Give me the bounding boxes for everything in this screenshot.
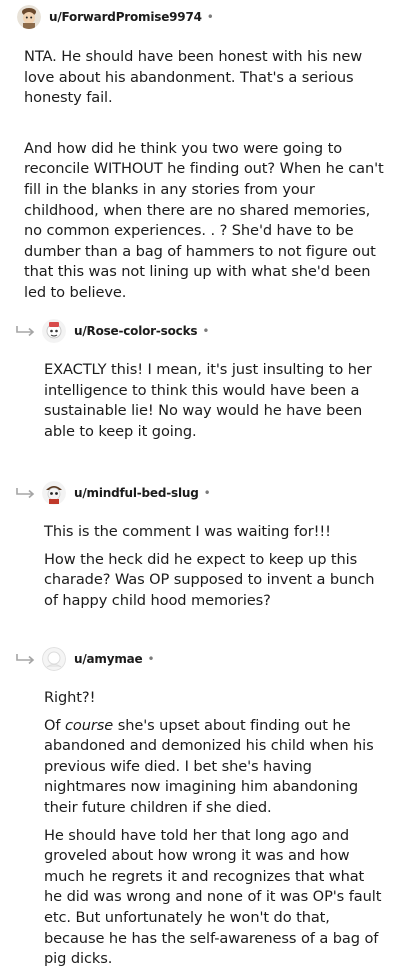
comment-body: NTA. He should have been honest with his… <box>24 47 386 304</box>
comment-1: u/ForwardPromise9974 • NTA. He should ha… <box>0 4 400 311</box>
comment-2: u/Rose-color-socks • EXACTLY this! I mea… <box>0 318 400 449</box>
username[interactable]: u/amymae <box>74 652 143 666</box>
comment-header: u/amymae • <box>0 646 400 672</box>
reply-arrow-icon <box>16 654 35 665</box>
reply-arrow-icon <box>16 326 35 337</box>
separator-dot: • <box>206 10 214 24</box>
comment-paragraph: Right?! <box>44 689 96 706</box>
separator-dot: • <box>147 652 155 666</box>
username[interactable]: u/ForwardPromise9974 <box>49 10 202 24</box>
comment-paragraph: And how did he think you two were going … <box>24 139 384 301</box>
avatar[interactable] <box>42 647 66 671</box>
separator-dot: • <box>202 324 210 338</box>
comment-paragraph: NTA. He should have been honest with his… <box>24 48 363 107</box>
separator-dot: • <box>203 486 211 500</box>
comment-3: u/mindful-bed-slug • This is the comment… <box>0 480 400 618</box>
comment-paragraph: Of course she's upset about finding out … <box>44 716 386 819</box>
avatar-icon <box>42 319 66 343</box>
comment-paragraph: How the heck did he expect to keep up th… <box>44 550 375 609</box>
reply-arrow-icon <box>16 488 35 499</box>
username[interactable]: u/Rose-color-socks <box>74 324 198 338</box>
username[interactable]: u/mindful-bed-slug <box>74 486 199 500</box>
comment-header: u/mindful-bed-slug • <box>0 480 400 506</box>
comment-body: EXACTLY this! I mean, it's just insultin… <box>44 360 386 442</box>
comment-paragraph: EXACTLY this! I mean, it's just insultin… <box>44 361 372 440</box>
avatar-icon <box>17 5 41 29</box>
avatar[interactable] <box>42 319 66 343</box>
avatar[interactable] <box>42 481 66 505</box>
comment-body: Right?! Of course she's upset about find… <box>44 688 386 970</box>
emphasized-text: course <box>64 716 114 734</box>
comment-header: u/ForwardPromise9974 • <box>0 4 400 30</box>
comment-4: u/amymae • Right?! Of course she's upset… <box>0 646 400 977</box>
comment-paragraph: He should have told her that long ago an… <box>44 826 382 968</box>
comment-paragraph: This is the comment I was waiting for!!! <box>44 523 331 540</box>
comment-header: u/Rose-color-socks • <box>0 318 400 344</box>
comment-body: This is the comment I was waiting for!!!… <box>44 522 386 611</box>
avatar-icon <box>42 481 66 505</box>
text-segment: Of <box>44 716 65 734</box>
avatar[interactable] <box>17 5 41 29</box>
avatar-icon <box>42 647 66 671</box>
